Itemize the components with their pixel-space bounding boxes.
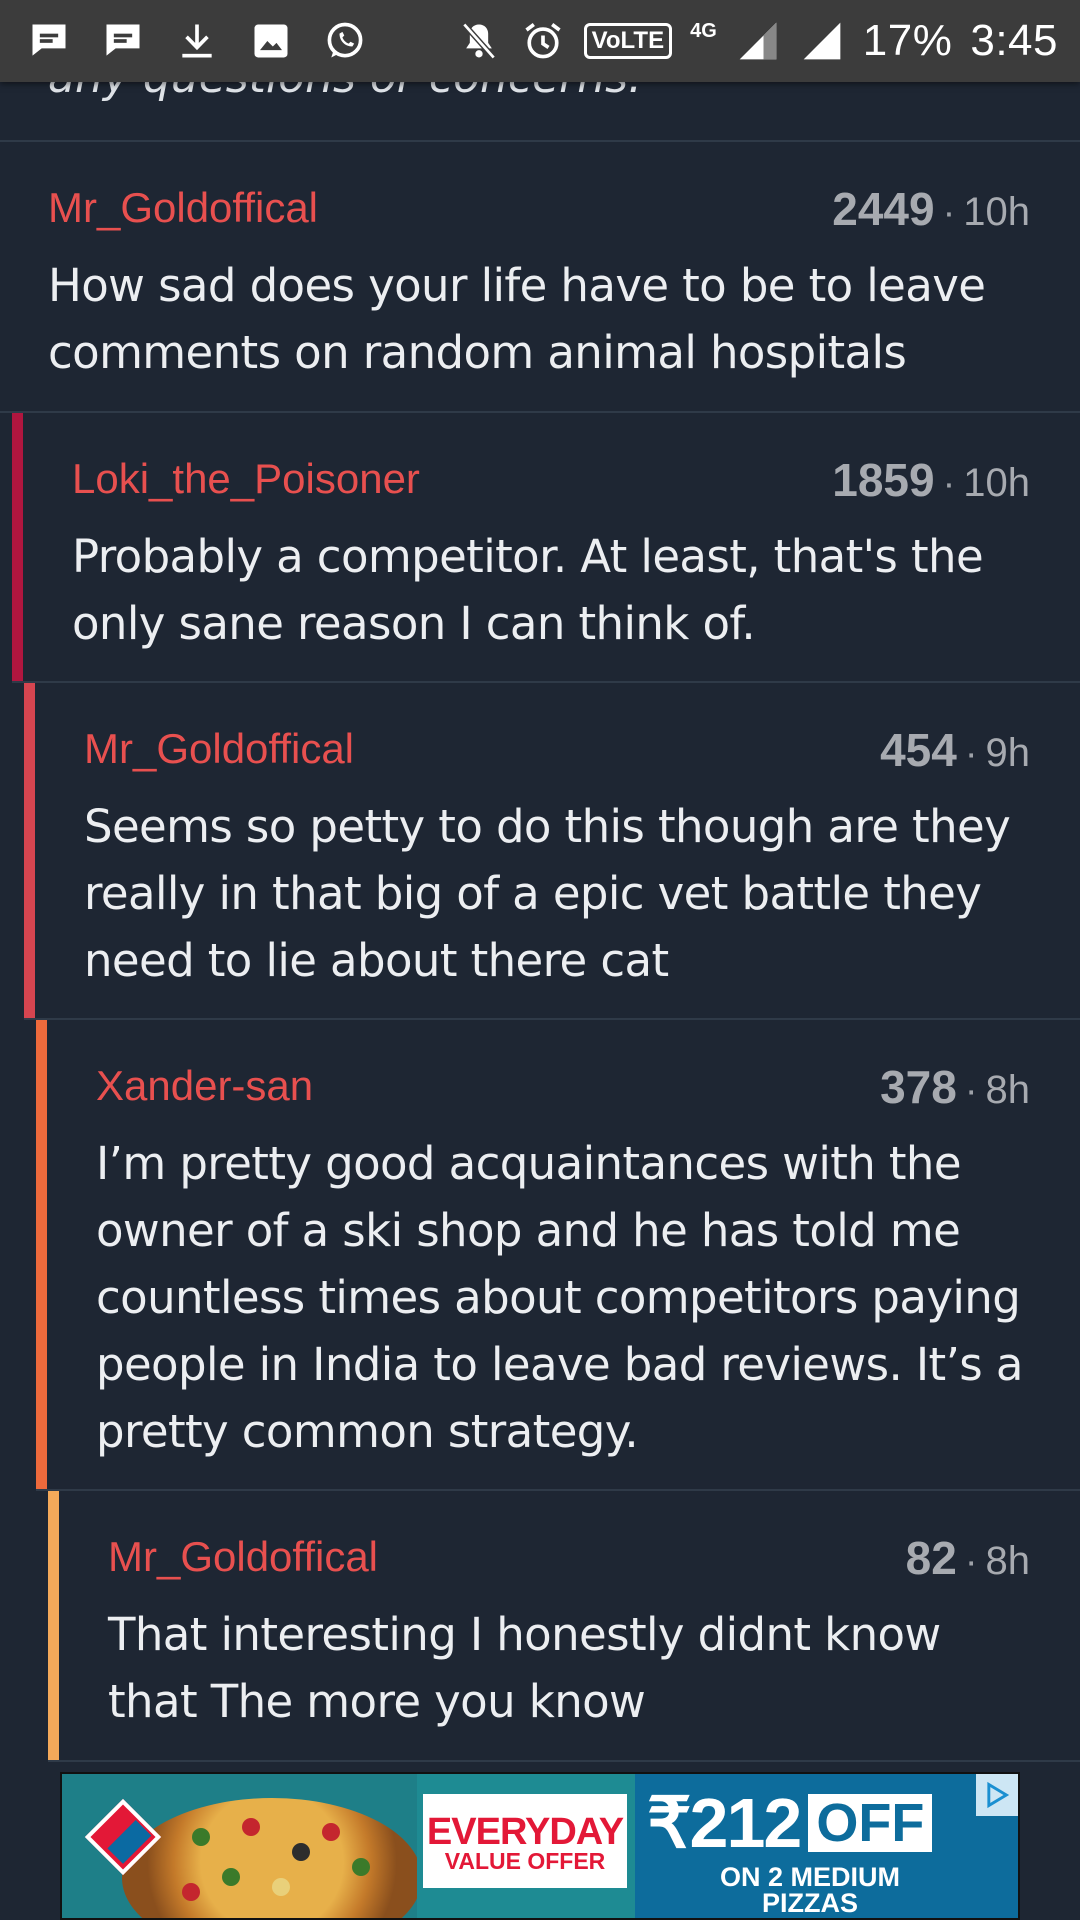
comment[interactable]: Mr_Goldoffical 2449 · 10h How sad does y… xyxy=(0,142,1080,413)
thread-depth-bar xyxy=(36,1020,47,1489)
separator-dot: · xyxy=(964,1541,978,1583)
separator-dot: · xyxy=(942,463,956,505)
comment-score: 454 xyxy=(880,724,957,776)
comment-author[interactable]: Loki_the_Poisoner xyxy=(72,455,420,503)
signal-icon xyxy=(735,18,781,64)
thread-depth-bar xyxy=(24,683,35,1018)
ad-subline: ON 2 MEDIUM PIZZAS xyxy=(719,1862,900,1918)
status-bar: VoLTE 4G 17% 3:45 xyxy=(0,0,1080,82)
ad-headline-2: VALUE OFFER xyxy=(444,1848,606,1874)
image-icon xyxy=(248,18,294,64)
comment-time: 9h xyxy=(985,731,1031,775)
comment[interactable]: Xander-san 378 · 8h I’m pretty good acqu… xyxy=(36,1020,1080,1491)
comment-body: How sad does your life have to be to lea… xyxy=(48,259,986,379)
separator-dot: · xyxy=(964,733,978,775)
comment-time: 8h xyxy=(985,1068,1031,1112)
ad-headline-1: EVERYDAY xyxy=(426,1811,624,1853)
ad-banner[interactable]: EVERYDAY VALUE OFFER ₹212 OFF ON 2 MEDIU… xyxy=(60,1772,1020,1920)
signal-icon xyxy=(799,18,845,64)
thread-depth-bar xyxy=(12,413,23,681)
comment[interactable]: Loki_the_Poisoner 1859 · 10h Probably a … xyxy=(12,413,1080,683)
comment-body: Seems so petty to do this though are the… xyxy=(84,800,1011,987)
comment-score: 82 xyxy=(905,1532,957,1584)
pizza-image xyxy=(62,1774,422,1918)
comment-score: 378 xyxy=(880,1061,957,1113)
comment-author[interactable]: Mr_Goldoffical xyxy=(84,725,354,773)
volte-badge: VoLTE xyxy=(583,23,673,59)
comment-time: 10h xyxy=(963,190,1030,234)
comment-body: I’m pretty good acquaintances with the o… xyxy=(96,1137,1023,1458)
ad-offer-panel: ₹212 OFF ON 2 MEDIUM PIZZAS xyxy=(635,1774,1018,1918)
ad-off-label: OFF xyxy=(808,1794,933,1852)
message-notification-icon xyxy=(100,18,146,64)
whatsapp-icon xyxy=(322,18,368,64)
thread-depth-bar xyxy=(48,1491,59,1760)
separator-dot: · xyxy=(942,192,956,234)
comment-author[interactable]: Mr_Goldoffical xyxy=(48,184,318,232)
battery-percent: 17% xyxy=(862,16,953,65)
comment-author[interactable]: Xander-san xyxy=(96,1062,313,1110)
comment-body: Probably a competitor. At least, that's … xyxy=(72,530,984,650)
comment-time: 8h xyxy=(985,1539,1031,1583)
comment[interactable]: Mr_Goldoffical 454 · 9h Seems so petty t… xyxy=(24,683,1080,1020)
mute-notifications-icon xyxy=(456,18,502,64)
comment-author[interactable]: Mr_Goldoffical xyxy=(108,1533,378,1581)
comment-score: 1859 xyxy=(832,454,935,506)
ad-price: ₹212 xyxy=(647,1784,802,1862)
network-type: 4G xyxy=(690,19,717,42)
message-notification-icon xyxy=(26,18,72,64)
comment[interactable]: Mr_Goldoffical 82 · 8h That interesting … xyxy=(48,1491,1080,1762)
ad-headline-panel: EVERYDAY VALUE OFFER xyxy=(417,1774,635,1918)
comment-score: 2449 xyxy=(832,183,935,235)
comment-time: 10h xyxy=(963,461,1030,505)
adchoices-icon[interactable] xyxy=(976,1774,1018,1816)
comment-body: That interesting I honestly didnt know t… xyxy=(108,1608,941,1728)
separator-dot: · xyxy=(964,1070,978,1112)
clock: 3:45 xyxy=(970,16,1058,65)
alarm-icon xyxy=(520,18,566,64)
download-icon xyxy=(174,18,220,64)
